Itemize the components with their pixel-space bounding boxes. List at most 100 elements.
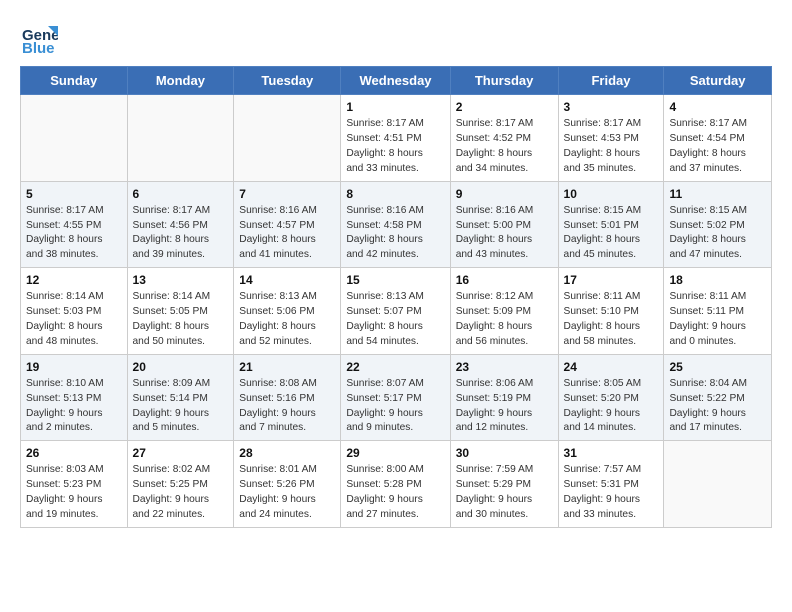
logo: General Blue [20, 18, 60, 56]
day-number: 6 [133, 186, 229, 203]
weekday-header-saturday: Saturday [664, 67, 772, 95]
header: General Blue [20, 18, 772, 56]
day-number: 14 [239, 272, 335, 289]
day-info: Sunrise: 8:08 AM Sunset: 5:16 PM Dayligh… [239, 377, 335, 436]
calendar-day-12: 12Sunrise: 8:14 AM Sunset: 5:03 PM Dayli… [21, 268, 128, 355]
calendar-day-29: 29Sunrise: 8:00 AM Sunset: 5:28 PM Dayli… [341, 441, 450, 528]
day-number: 8 [346, 186, 444, 203]
calendar-day-13: 13Sunrise: 8:14 AM Sunset: 5:05 PM Dayli… [127, 268, 234, 355]
day-number: 27 [133, 445, 229, 462]
weekday-header-thursday: Thursday [450, 67, 558, 95]
day-number: 4 [669, 99, 766, 116]
day-number: 1 [346, 99, 444, 116]
calendar-day-9: 9Sunrise: 8:16 AM Sunset: 5:00 PM Daylig… [450, 181, 558, 268]
day-number: 25 [669, 359, 766, 376]
day-number: 23 [456, 359, 553, 376]
day-info: Sunrise: 8:00 AM Sunset: 5:28 PM Dayligh… [346, 463, 444, 522]
calendar-day-14: 14Sunrise: 8:13 AM Sunset: 5:06 PM Dayli… [234, 268, 341, 355]
calendar-day-25: 25Sunrise: 8:04 AM Sunset: 5:22 PM Dayli… [664, 354, 772, 441]
calendar-day-20: 20Sunrise: 8:09 AM Sunset: 5:14 PM Dayli… [127, 354, 234, 441]
day-number: 29 [346, 445, 444, 462]
weekday-header-wednesday: Wednesday [341, 67, 450, 95]
weekday-header-tuesday: Tuesday [234, 67, 341, 95]
day-number: 22 [346, 359, 444, 376]
day-info: Sunrise: 8:14 AM Sunset: 5:05 PM Dayligh… [133, 290, 229, 349]
day-info: Sunrise: 7:59 AM Sunset: 5:29 PM Dayligh… [456, 463, 553, 522]
day-number: 5 [26, 186, 122, 203]
calendar-day-31: 31Sunrise: 7:57 AM Sunset: 5:31 PM Dayli… [558, 441, 664, 528]
calendar-day-28: 28Sunrise: 8:01 AM Sunset: 5:26 PM Dayli… [234, 441, 341, 528]
day-info: Sunrise: 8:17 AM Sunset: 4:54 PM Dayligh… [669, 117, 766, 176]
day-info: Sunrise: 8:10 AM Sunset: 5:13 PM Dayligh… [26, 377, 122, 436]
day-info: Sunrise: 8:16 AM Sunset: 5:00 PM Dayligh… [456, 204, 553, 263]
calendar-day-8: 8Sunrise: 8:16 AM Sunset: 4:58 PM Daylig… [341, 181, 450, 268]
day-info: Sunrise: 8:11 AM Sunset: 5:11 PM Dayligh… [669, 290, 766, 349]
day-info: Sunrise: 8:14 AM Sunset: 5:03 PM Dayligh… [26, 290, 122, 349]
calendar-day-18: 18Sunrise: 8:11 AM Sunset: 5:11 PM Dayli… [664, 268, 772, 355]
calendar-day-2: 2Sunrise: 8:17 AM Sunset: 4:52 PM Daylig… [450, 95, 558, 182]
calendar-week-row: 12Sunrise: 8:14 AM Sunset: 5:03 PM Dayli… [21, 268, 772, 355]
day-number: 11 [669, 186, 766, 203]
day-number: 21 [239, 359, 335, 376]
day-number: 12 [26, 272, 122, 289]
svg-text:Blue: Blue [22, 40, 55, 56]
day-number: 13 [133, 272, 229, 289]
day-number: 17 [564, 272, 659, 289]
calendar-week-row: 1Sunrise: 8:17 AM Sunset: 4:51 PM Daylig… [21, 95, 772, 182]
day-info: Sunrise: 8:16 AM Sunset: 4:58 PM Dayligh… [346, 204, 444, 263]
logo-icon: General Blue [20, 18, 58, 56]
calendar-day-11: 11Sunrise: 8:15 AM Sunset: 5:02 PM Dayli… [664, 181, 772, 268]
day-info: Sunrise: 8:05 AM Sunset: 5:20 PM Dayligh… [564, 377, 659, 436]
page: General Blue SundayMondayTuesdayWednesda… [0, 0, 792, 612]
day-info: Sunrise: 8:17 AM Sunset: 4:51 PM Dayligh… [346, 117, 444, 176]
weekday-header-friday: Friday [558, 67, 664, 95]
calendar-day-30: 30Sunrise: 7:59 AM Sunset: 5:29 PM Dayli… [450, 441, 558, 528]
calendar-table: SundayMondayTuesdayWednesdayThursdayFrid… [20, 66, 772, 528]
day-info: Sunrise: 8:06 AM Sunset: 5:19 PM Dayligh… [456, 377, 553, 436]
day-number: 26 [26, 445, 122, 462]
day-info: Sunrise: 8:03 AM Sunset: 5:23 PM Dayligh… [26, 463, 122, 522]
weekday-header-monday: Monday [127, 67, 234, 95]
day-info: Sunrise: 8:09 AM Sunset: 5:14 PM Dayligh… [133, 377, 229, 436]
day-number: 31 [564, 445, 659, 462]
calendar-day-7: 7Sunrise: 8:16 AM Sunset: 4:57 PM Daylig… [234, 181, 341, 268]
calendar-day-15: 15Sunrise: 8:13 AM Sunset: 5:07 PM Dayli… [341, 268, 450, 355]
day-info: Sunrise: 8:13 AM Sunset: 5:07 PM Dayligh… [346, 290, 444, 349]
day-number: 18 [669, 272, 766, 289]
day-number: 30 [456, 445, 553, 462]
day-info: Sunrise: 8:07 AM Sunset: 5:17 PM Dayligh… [346, 377, 444, 436]
day-info: Sunrise: 8:12 AM Sunset: 5:09 PM Dayligh… [456, 290, 553, 349]
day-info: Sunrise: 8:02 AM Sunset: 5:25 PM Dayligh… [133, 463, 229, 522]
calendar-empty-cell [127, 95, 234, 182]
calendar-day-22: 22Sunrise: 8:07 AM Sunset: 5:17 PM Dayli… [341, 354, 450, 441]
calendar-empty-cell [664, 441, 772, 528]
calendar-day-6: 6Sunrise: 8:17 AM Sunset: 4:56 PM Daylig… [127, 181, 234, 268]
day-number: 20 [133, 359, 229, 376]
day-info: Sunrise: 8:16 AM Sunset: 4:57 PM Dayligh… [239, 204, 335, 263]
day-info: Sunrise: 7:57 AM Sunset: 5:31 PM Dayligh… [564, 463, 659, 522]
calendar-day-4: 4Sunrise: 8:17 AM Sunset: 4:54 PM Daylig… [664, 95, 772, 182]
calendar-empty-cell [21, 95, 128, 182]
calendar-week-row: 26Sunrise: 8:03 AM Sunset: 5:23 PM Dayli… [21, 441, 772, 528]
day-number: 10 [564, 186, 659, 203]
day-number: 24 [564, 359, 659, 376]
weekday-header-sunday: Sunday [21, 67, 128, 95]
day-number: 15 [346, 272, 444, 289]
calendar-empty-cell [234, 95, 341, 182]
day-info: Sunrise: 8:15 AM Sunset: 5:02 PM Dayligh… [669, 204, 766, 263]
calendar-day-26: 26Sunrise: 8:03 AM Sunset: 5:23 PM Dayli… [21, 441, 128, 528]
day-info: Sunrise: 8:17 AM Sunset: 4:53 PM Dayligh… [564, 117, 659, 176]
day-info: Sunrise: 8:15 AM Sunset: 5:01 PM Dayligh… [564, 204, 659, 263]
day-number: 9 [456, 186, 553, 203]
day-number: 7 [239, 186, 335, 203]
calendar-day-24: 24Sunrise: 8:05 AM Sunset: 5:20 PM Dayli… [558, 354, 664, 441]
day-number: 2 [456, 99, 553, 116]
calendar-day-5: 5Sunrise: 8:17 AM Sunset: 4:55 PM Daylig… [21, 181, 128, 268]
calendar-day-1: 1Sunrise: 8:17 AM Sunset: 4:51 PM Daylig… [341, 95, 450, 182]
calendar-day-19: 19Sunrise: 8:10 AM Sunset: 5:13 PM Dayli… [21, 354, 128, 441]
day-info: Sunrise: 8:11 AM Sunset: 5:10 PM Dayligh… [564, 290, 659, 349]
calendar-day-17: 17Sunrise: 8:11 AM Sunset: 5:10 PM Dayli… [558, 268, 664, 355]
calendar-day-16: 16Sunrise: 8:12 AM Sunset: 5:09 PM Dayli… [450, 268, 558, 355]
day-info: Sunrise: 8:17 AM Sunset: 4:56 PM Dayligh… [133, 204, 229, 263]
day-number: 16 [456, 272, 553, 289]
